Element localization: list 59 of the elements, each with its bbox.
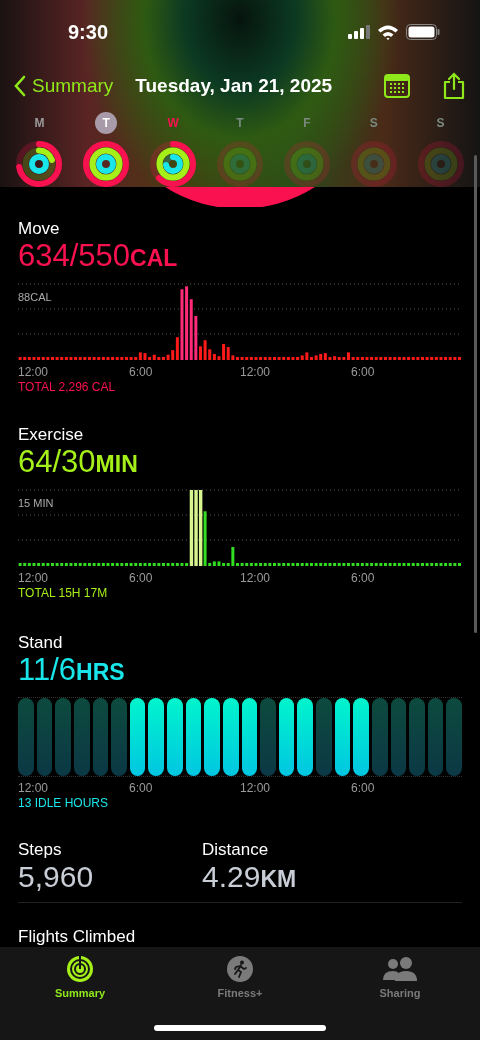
wifi-icon	[377, 24, 399, 40]
day-letter: W	[166, 115, 180, 132]
day-letter: T	[95, 112, 118, 134]
tab-item[interactable]: Fitness+	[160, 947, 320, 1005]
day-letter: T	[235, 115, 245, 132]
day-letter: M	[33, 115, 46, 132]
rings-icon	[66, 955, 94, 983]
stat-label: Flights Climbed	[18, 927, 137, 947]
time-label: 12:00	[240, 365, 272, 379]
metric-title: Stand	[18, 633, 64, 653]
day-letter: S	[435, 115, 446, 132]
scale-label: 15 MIN	[18, 497, 54, 509]
metric-title: Move	[18, 219, 61, 239]
people-icon	[382, 955, 418, 983]
tab-item[interactable]: Sharing	[320, 947, 480, 1005]
stat-value: 4.29KM	[202, 860, 298, 894]
day-letter: S	[368, 115, 379, 132]
day-button[interactable]: T	[72, 112, 140, 188]
share-button[interactable]	[442, 72, 466, 100]
share-icon	[442, 72, 466, 100]
tab-item[interactable]: Summary	[0, 947, 160, 1005]
day-button[interactable]: F	[273, 112, 341, 188]
day-letter: F	[302, 115, 312, 132]
calendar-icon	[384, 74, 410, 98]
time-label: 6:00	[351, 781, 376, 795]
metric-value: 634/550CAL	[18, 239, 179, 275]
signal-icon	[348, 25, 370, 39]
battery-icon	[406, 24, 440, 40]
scale-label: 88CAL	[18, 291, 52, 303]
time-label: 6:00	[351, 365, 376, 379]
day-button[interactable]: S	[407, 112, 474, 188]
time-label: 12:00	[18, 571, 50, 585]
time-label: 6:00	[129, 571, 154, 585]
status-time: 9:30	[68, 20, 109, 44]
runner-icon	[226, 955, 254, 983]
metric-total: TOTAL 2,296 CAL	[18, 380, 117, 394]
metric-total: TOTAL 15H 17M	[18, 586, 109, 600]
time-label: 6:00	[129, 365, 154, 379]
day-button[interactable]: S	[340, 112, 408, 188]
day-button[interactable]: T	[206, 112, 274, 188]
stat-label: Distance	[202, 840, 270, 860]
day-button[interactable]: W	[139, 112, 207, 188]
back-button[interactable]: Summary	[14, 75, 114, 97]
day-button[interactable]: M	[6, 112, 73, 188]
time-label: 6:00	[129, 781, 154, 795]
metric-value: 64/30MIN	[18, 445, 139, 481]
time-label: 12:00	[240, 571, 272, 585]
time-label: 6:00	[351, 571, 376, 585]
stat-value: 5,960	[18, 860, 95, 894]
calendar-button[interactable]	[384, 74, 410, 98]
time-label: 12:00	[18, 781, 50, 795]
stat-label: Steps	[18, 840, 63, 860]
time-label: 12:00	[18, 365, 50, 379]
metric-total: 13 IDLE HOURS	[18, 796, 110, 810]
nav-title: Tuesday, Jan 21, 2025	[135, 75, 334, 97]
metric-title: Exercise	[18, 425, 85, 445]
time-label: 12:00	[240, 781, 272, 795]
metric-value: 11/6HRS	[18, 653, 126, 689]
chevron-left-icon	[14, 75, 26, 97]
